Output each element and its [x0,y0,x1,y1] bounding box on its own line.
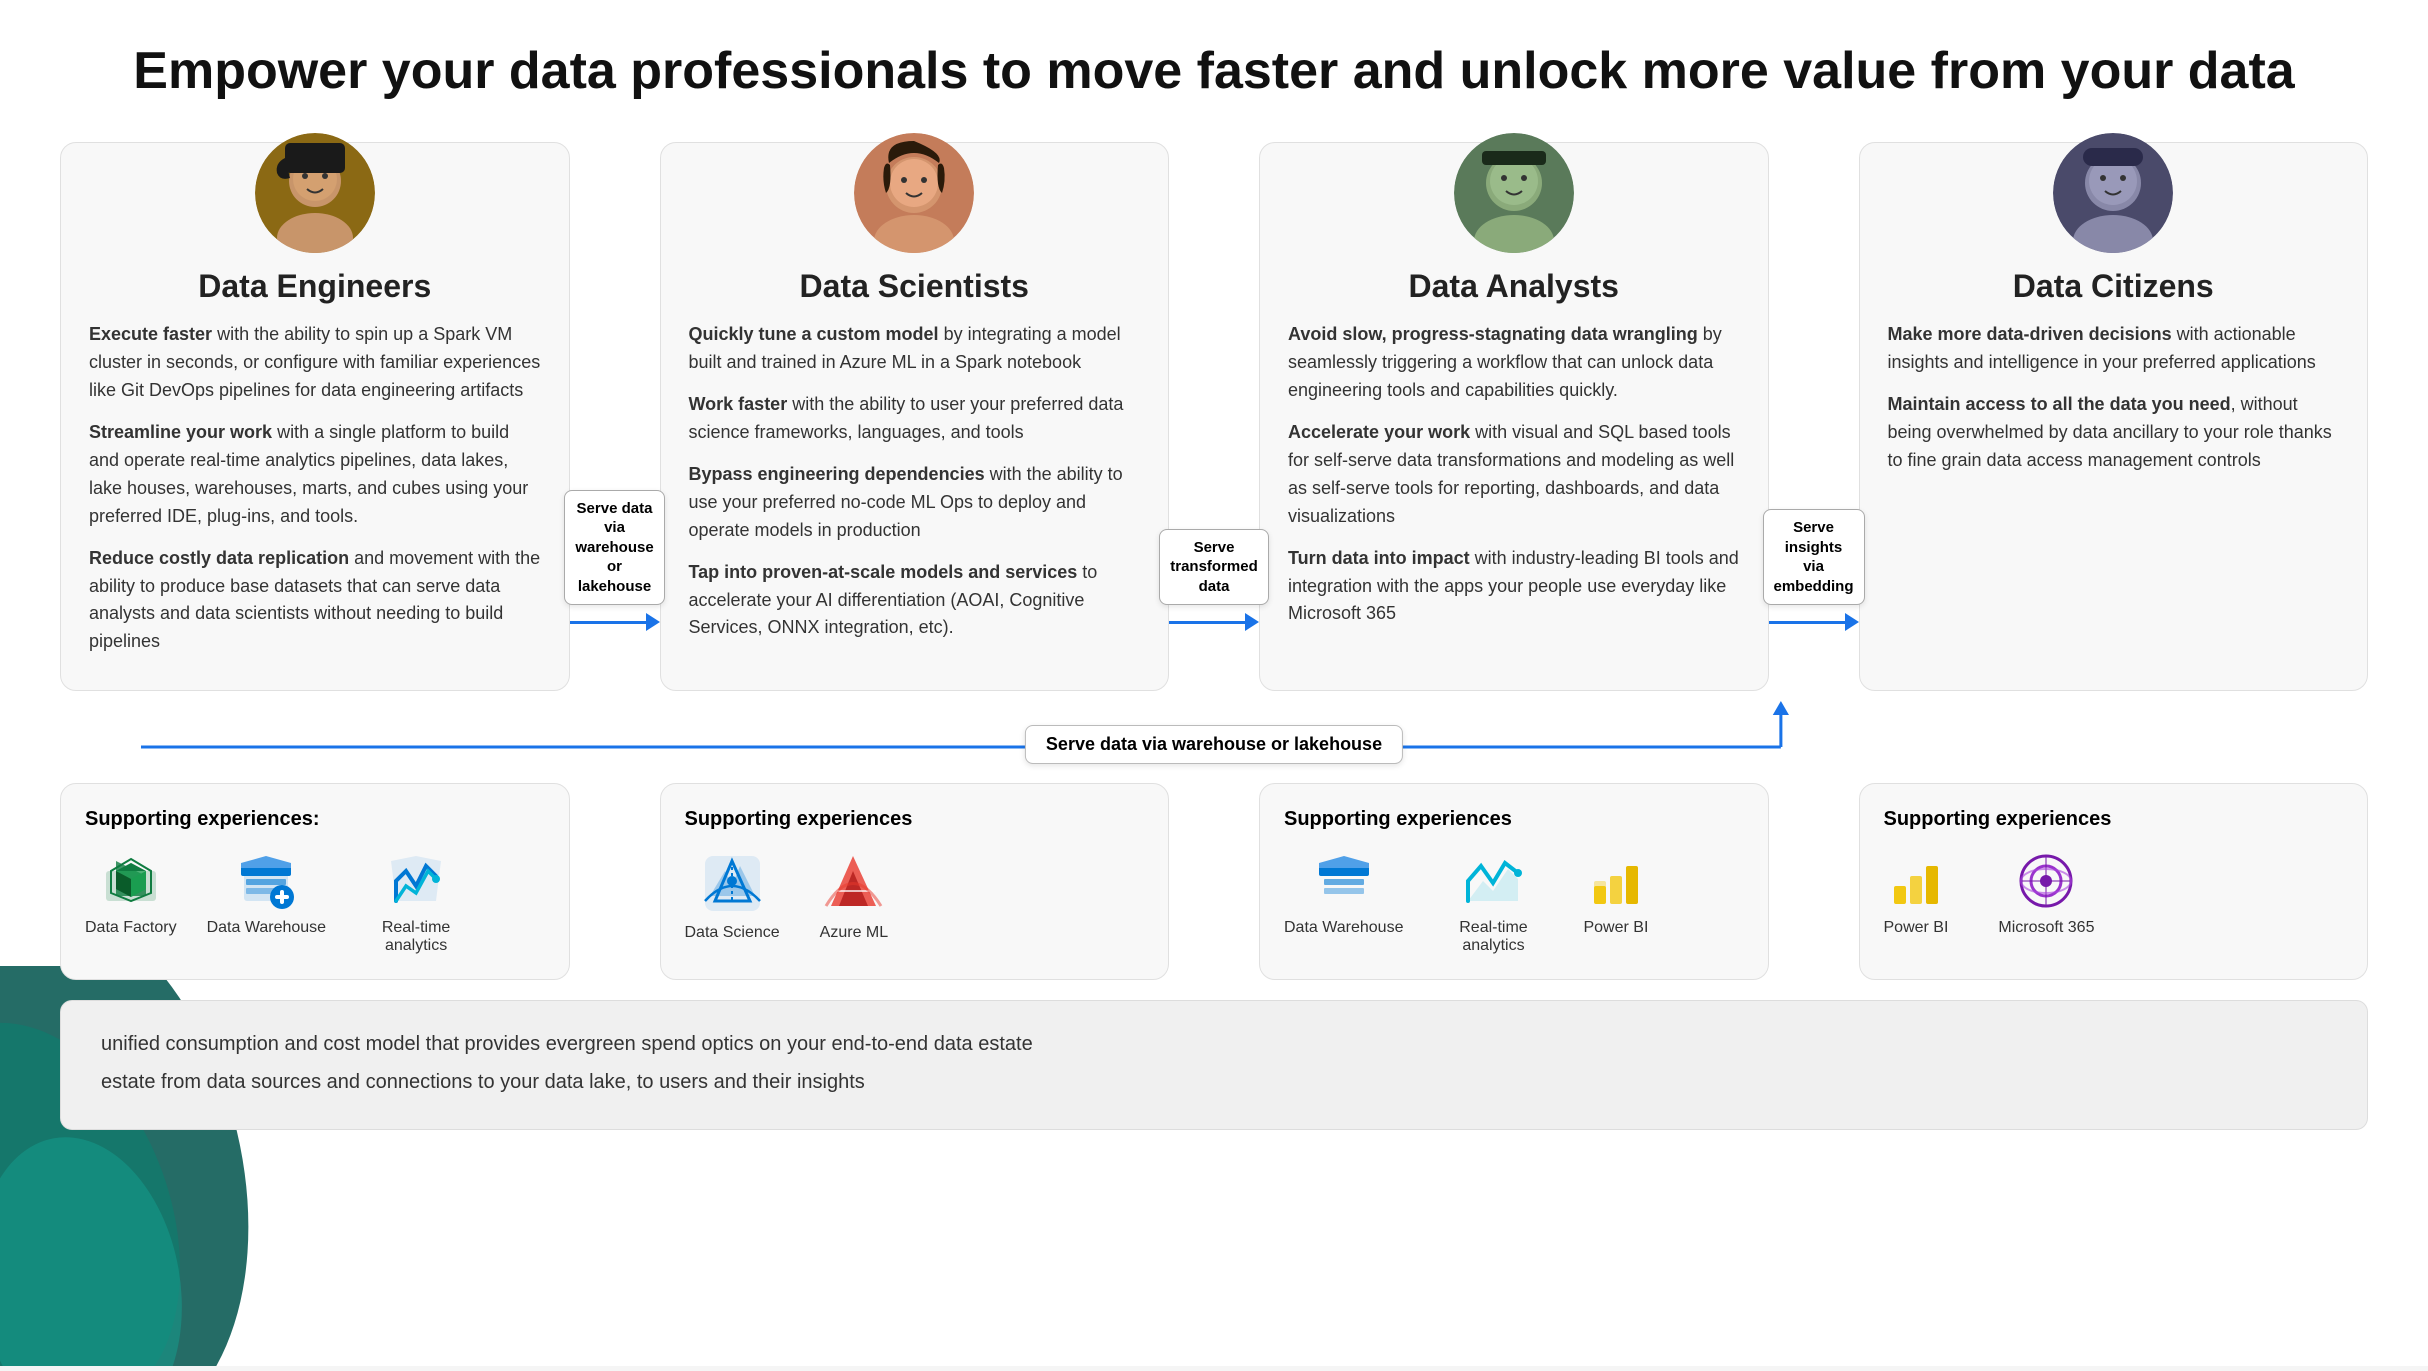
avatar-data-engineers [255,133,375,258]
icon-label-power-bi-da: Power BI [1583,919,1648,937]
supporting-title-ds: Supporting experiences [685,808,1145,831]
bullet-strong-de-2: Streamline your work [89,422,272,442]
avatar-data-scientists [854,133,974,258]
supporting-card-dc: Supporting experiences Power BI [1859,783,2369,980]
icon-item-realtime-de: Real-time analytics [356,851,476,955]
data-warehouse-icon-de [236,851,296,911]
data-warehouse-icon-da [1314,851,1374,911]
page-title: Empower your data professionals to move … [60,40,2368,102]
icon-item-data-warehouse-de: Data Warehouse [207,851,326,937]
supporting-title-dc: Supporting experiences [1884,808,2344,831]
supp-gap-3 [1769,783,1859,980]
icon-item-data-science: Data Science [685,851,780,942]
realtime-analytics-icon-da [1463,851,1523,911]
arrow1-line2: warehouse or [575,538,653,577]
bottom-arrow-label: Serve data via warehouse or lakehouse [1046,734,1382,754]
data-factory-icon [101,851,161,911]
icon-label-data-factory: Data Factory [85,919,177,937]
supporting-card-ds: Supporting experiences Data Science [660,783,1170,980]
arrow3-line1: Serve insights [1774,518,1854,557]
icon-item-m365: Microsoft 365 [1998,851,2094,937]
bullet-strong-ds-2: Work faster [689,394,788,414]
column-content-data-engineers: Execute faster with the ability to spin … [61,321,569,670]
realtime-analytics-icon-de [386,851,446,911]
column-content-data-analysts: Avoid slow, progress-stagnating data wra… [1260,321,1768,642]
column-title-data-scientists: Data Scientists [800,268,1029,305]
avatar-data-citizens [2053,133,2173,258]
supporting-card-da: Supporting experiences Data Warehouse [1259,783,1769,980]
column-data-analysts: Data Analysts Avoid slow, progress-stagn… [1259,142,1769,691]
column-title-data-citizens: Data Citizens [2013,268,2214,305]
icon-item-azure-ml: Azure ML [820,851,888,942]
supp-gap-2 [1169,783,1259,980]
arrow-de-to-ds: Serve data via warehouse or lakehouse [570,142,660,691]
bottom-bar: unified consumption and cost model that … [60,1000,2368,1130]
bullet-strong-da-2: Accelerate your work [1288,422,1470,442]
power-bi-icon-dc [1886,851,1946,911]
icon-label-data-warehouse-de: Data Warehouse [207,919,326,937]
bullet-strong-de-3: Reduce costly data replication [89,548,349,568]
column-data-citizens: Data Citizens Make more data-driven deci… [1859,142,2369,691]
supp-gap-1 [570,783,660,980]
bullet-strong-da-1: Avoid slow, progress-stagnating data wra… [1288,324,1698,344]
icon-label-data-science: Data Science [685,924,780,942]
icon-label-azure-ml: Azure ML [820,924,888,942]
azure-ml-icon [821,851,886,916]
bullet-strong-ds-1: Quickly tune a custom model [689,324,939,344]
icon-item-realtime-da: Real-time analytics [1433,851,1553,955]
column-title-data-analysts: Data Analysts [1409,268,1619,305]
power-bi-icon-da [1586,851,1646,911]
bullet-strong-ds-4: Tap into proven-at-scale models and serv… [689,562,1078,582]
arrow2-line1: Serve transformed [1170,538,1258,577]
bullet-strong-ds-3: Bypass engineering dependencies [689,464,985,484]
icon-label-m365: Microsoft 365 [1998,919,2094,937]
avatar-data-analysts [1454,133,1574,258]
icon-item-data-warehouse-da: Data Warehouse [1284,851,1403,937]
icon-item-data-factory: Data Factory [85,851,177,937]
bottom-bar-line2: estate from data sources and connections… [101,1065,2327,1099]
column-content-data-scientists: Quickly tune a custom model by integrati… [661,321,1169,656]
icon-item-power-bi-dc: Power BI [1884,851,1949,937]
arrow1-line1: Serve data via [575,499,653,538]
icon-label-realtime-de: Real-time analytics [356,919,476,955]
m365-icon [2016,851,2076,911]
arrow2-line2: data [1170,577,1258,597]
icon-label-data-warehouse-da: Data Warehouse [1284,919,1403,937]
bottom-arrow-area: Serve data via warehouse or lakehouse [60,697,2368,777]
bullet-strong-dc-2: Maintain access to all the data you need [1888,394,2231,414]
column-title-data-engineers: Data Engineers [198,268,431,305]
bullet-strong-de-1: Execute faster [89,324,212,344]
icon-label-power-bi-dc: Power BI [1884,919,1949,937]
bottom-bar-line1: unified consumption and cost model that … [101,1027,2327,1061]
supporting-row: Supporting experiences: Da [60,783,2368,980]
arrow-ds-to-da: Serve transformed data [1169,142,1259,691]
main-container: Empower your data professionals to move … [0,0,2428,1366]
supporting-card-de: Supporting experiences: Da [60,783,570,980]
supporting-title-de: Supporting experiences: [85,808,545,831]
column-data-engineers: Data Engineers Execute faster with the a… [60,142,570,691]
supporting-icons-de: Data Factory [85,851,545,955]
data-science-icon [700,851,765,916]
column-data-scientists: Data Scientists Quickly tune a custom mo… [660,142,1170,691]
bullet-strong-da-3: Turn data into impact [1288,548,1470,568]
icon-label-realtime-da: Real-time analytics [1433,919,1553,955]
supporting-title-da: Supporting experiences [1284,808,1744,831]
arrow3-line2: via embedding [1774,557,1854,596]
arrow1-line3: lakehouse [575,577,653,597]
column-content-data-citizens: Make more data-driven decisions with act… [1860,321,2368,488]
arrow-da-to-dc: Serve insights via embedding [1769,142,1859,691]
icon-item-power-bi-da: Power BI [1583,851,1648,937]
bullet-strong-dc-1: Make more data-driven decisions [1888,324,2172,344]
